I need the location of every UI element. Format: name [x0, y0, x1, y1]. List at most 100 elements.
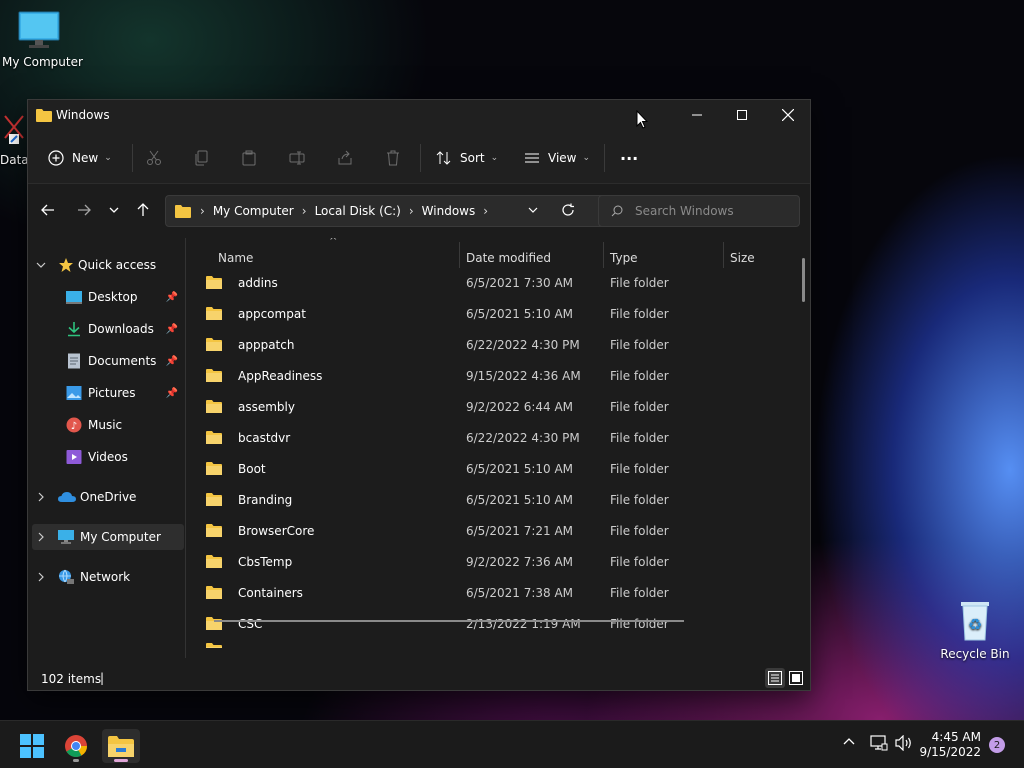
tiles-view-button[interactable]: [786, 668, 806, 688]
minimize-icon: [692, 114, 702, 116]
close-button[interactable]: [765, 100, 811, 130]
details-view-button[interactable]: [765, 668, 785, 688]
folder-icon: [206, 524, 222, 537]
rename-button[interactable]: [289, 144, 305, 172]
sort-button[interactable]: Sort ⌄: [436, 144, 498, 172]
sidebar-item-quick-access[interactable]: Quick access: [32, 252, 182, 278]
table-row-partial[interactable]: [200, 640, 790, 648]
show-hidden-icons-button[interactable]: [842, 735, 856, 752]
up-button[interactable]: [131, 198, 155, 222]
desktop-icon-label: My Computer: [2, 55, 83, 69]
folder-icon: [206, 338, 222, 351]
column-divider[interactable]: [603, 242, 604, 268]
file-name: BrowserCore: [238, 524, 315, 538]
column-divider[interactable]: [723, 242, 724, 268]
start-button[interactable]: [13, 729, 51, 763]
sidebar-item-network[interactable]: Network: [32, 564, 182, 590]
breadcrumb-local-disk[interactable]: Local Disk (C:): [315, 204, 401, 218]
sidebar-item-desktop[interactable]: Desktop 📌: [32, 284, 182, 310]
horizontal-scrollbar[interactable]: [214, 620, 684, 622]
arrow-up-icon: [137, 203, 149, 216]
taskbar-chrome[interactable]: [57, 729, 95, 763]
more-options-button[interactable]: ···: [620, 144, 638, 172]
chevron-down-icon: [36, 262, 46, 268]
status-cursor: |: [100, 671, 105, 685]
sidebar-item-documents[interactable]: Documents 📌: [32, 348, 182, 374]
back-button[interactable]: [36, 198, 60, 222]
vertical-scrollbar[interactable]: [802, 258, 805, 302]
breadcrumb-my-computer[interactable]: My Computer: [213, 204, 294, 218]
ethernet-icon: [870, 735, 888, 751]
tiles-view-icon: [789, 671, 803, 685]
address-bar[interactable]: › My Computer › Local Disk (C:) › Window…: [165, 195, 615, 227]
sidebar-item-my-computer[interactable]: My Computer: [32, 524, 184, 550]
search-icon: [611, 205, 623, 217]
star-icon: [59, 258, 73, 272]
chevron-down-icon: [109, 207, 119, 213]
active-indicator: [114, 759, 128, 762]
title-bar[interactable]: Windows: [28, 100, 810, 130]
address-history-button[interactable]: [528, 204, 538, 218]
file-name: Branding: [238, 493, 293, 507]
chevron-down-icon: [528, 207, 538, 213]
table-row[interactable]: Branding 6/5/2021 5:10 AM File folder: [200, 485, 790, 516]
column-label: Size: [730, 251, 755, 265]
table-row[interactable]: AppReadiness 9/15/2022 4:36 AM File folder: [200, 361, 790, 392]
delete-button[interactable]: [385, 144, 401, 172]
file-name: bcastdvr: [238, 431, 291, 445]
sidebar-item-onedrive[interactable]: OneDrive: [32, 484, 182, 510]
video-icon: [66, 450, 82, 464]
table-row[interactable]: apppatch 6/22/2022 4:30 PM File folder: [200, 330, 790, 361]
search-box[interactable]: [598, 195, 800, 227]
table-row[interactable]: addins 6/5/2021 7:30 AM File folder: [200, 268, 790, 299]
new-button[interactable]: New ⌄: [48, 144, 112, 172]
volume-tray-button[interactable]: [895, 734, 913, 754]
sidebar-item-label: Videos: [88, 450, 128, 464]
column-divider[interactable]: [459, 242, 460, 268]
desktop-icon-data[interactable]: Data: [0, 112, 27, 167]
taskbar-file-explorer[interactable]: [102, 729, 140, 763]
table-row[interactable]: CSC 2/13/2022 1:19 AM File folder: [200, 609, 790, 640]
cut-button[interactable]: [146, 144, 162, 172]
paste-button[interactable]: [241, 144, 257, 172]
table-row[interactable]: Containers 6/5/2021 7:38 AM File folder: [200, 578, 790, 609]
breadcrumb-separator: ›: [408, 204, 414, 218]
forward-button[interactable]: [72, 198, 96, 222]
desktop-icon-my-computer[interactable]: My Computer: [2, 10, 83, 69]
sidebar-item-music[interactable]: ♪ Music: [32, 412, 182, 438]
toolbar-separator: [132, 144, 133, 172]
file-date-modified: 6/5/2021 5:10 AM: [466, 307, 574, 321]
maximize-button[interactable]: [719, 100, 765, 130]
sidebar-item-label: Pictures: [88, 386, 136, 400]
breadcrumb-windows[interactable]: Windows: [422, 204, 476, 218]
table-row[interactable]: CbsTemp 9/2/2022 7:36 AM File folder: [200, 547, 790, 578]
table-row[interactable]: Boot 6/5/2021 5:10 AM File folder: [200, 454, 790, 485]
chevron-down-icon: ⌄: [582, 153, 591, 163]
table-row[interactable]: appcompat 6/5/2021 5:10 AM File folder: [200, 299, 790, 330]
share-button[interactable]: [337, 144, 353, 172]
status-bar: 102 items |: [28, 668, 810, 690]
arrow-right-icon: [78, 204, 91, 216]
music-icon: ♪: [66, 417, 82, 433]
recent-locations-button[interactable]: [102, 198, 126, 222]
table-row[interactable]: bcastdvr 6/22/2022 4:30 PM File folder: [200, 423, 790, 454]
network-tray-button[interactable]: [870, 735, 888, 754]
desktop-icon-recycle-bin[interactable]: ♻ Recycle Bin: [938, 598, 1012, 661]
clock[interactable]: 4:45 AM 9/15/2022: [919, 730, 981, 760]
table-row[interactable]: assembly 9/2/2022 6:44 AM File folder: [200, 392, 790, 423]
search-input[interactable]: [635, 204, 785, 218]
notification-badge[interactable]: 2: [989, 737, 1005, 753]
running-indicator: [73, 759, 79, 762]
minimize-button[interactable]: [674, 100, 720, 130]
table-row[interactable]: BrowserCore 6/5/2021 7:21 AM File folder: [200, 516, 790, 547]
file-type: File folder: [610, 307, 669, 321]
view-button[interactable]: View ⌄: [524, 144, 590, 172]
refresh-button[interactable]: [561, 203, 575, 220]
chevron-down-icon: ⌄: [490, 153, 499, 163]
file-type: File folder: [610, 431, 669, 445]
sidebar-item-videos[interactable]: Videos: [32, 444, 182, 470]
sidebar-item-pictures[interactable]: Pictures 📌: [32, 380, 182, 406]
sidebar-item-downloads[interactable]: Downloads 📌: [32, 316, 182, 342]
folder-icon: [175, 205, 191, 218]
copy-button[interactable]: [194, 144, 210, 172]
